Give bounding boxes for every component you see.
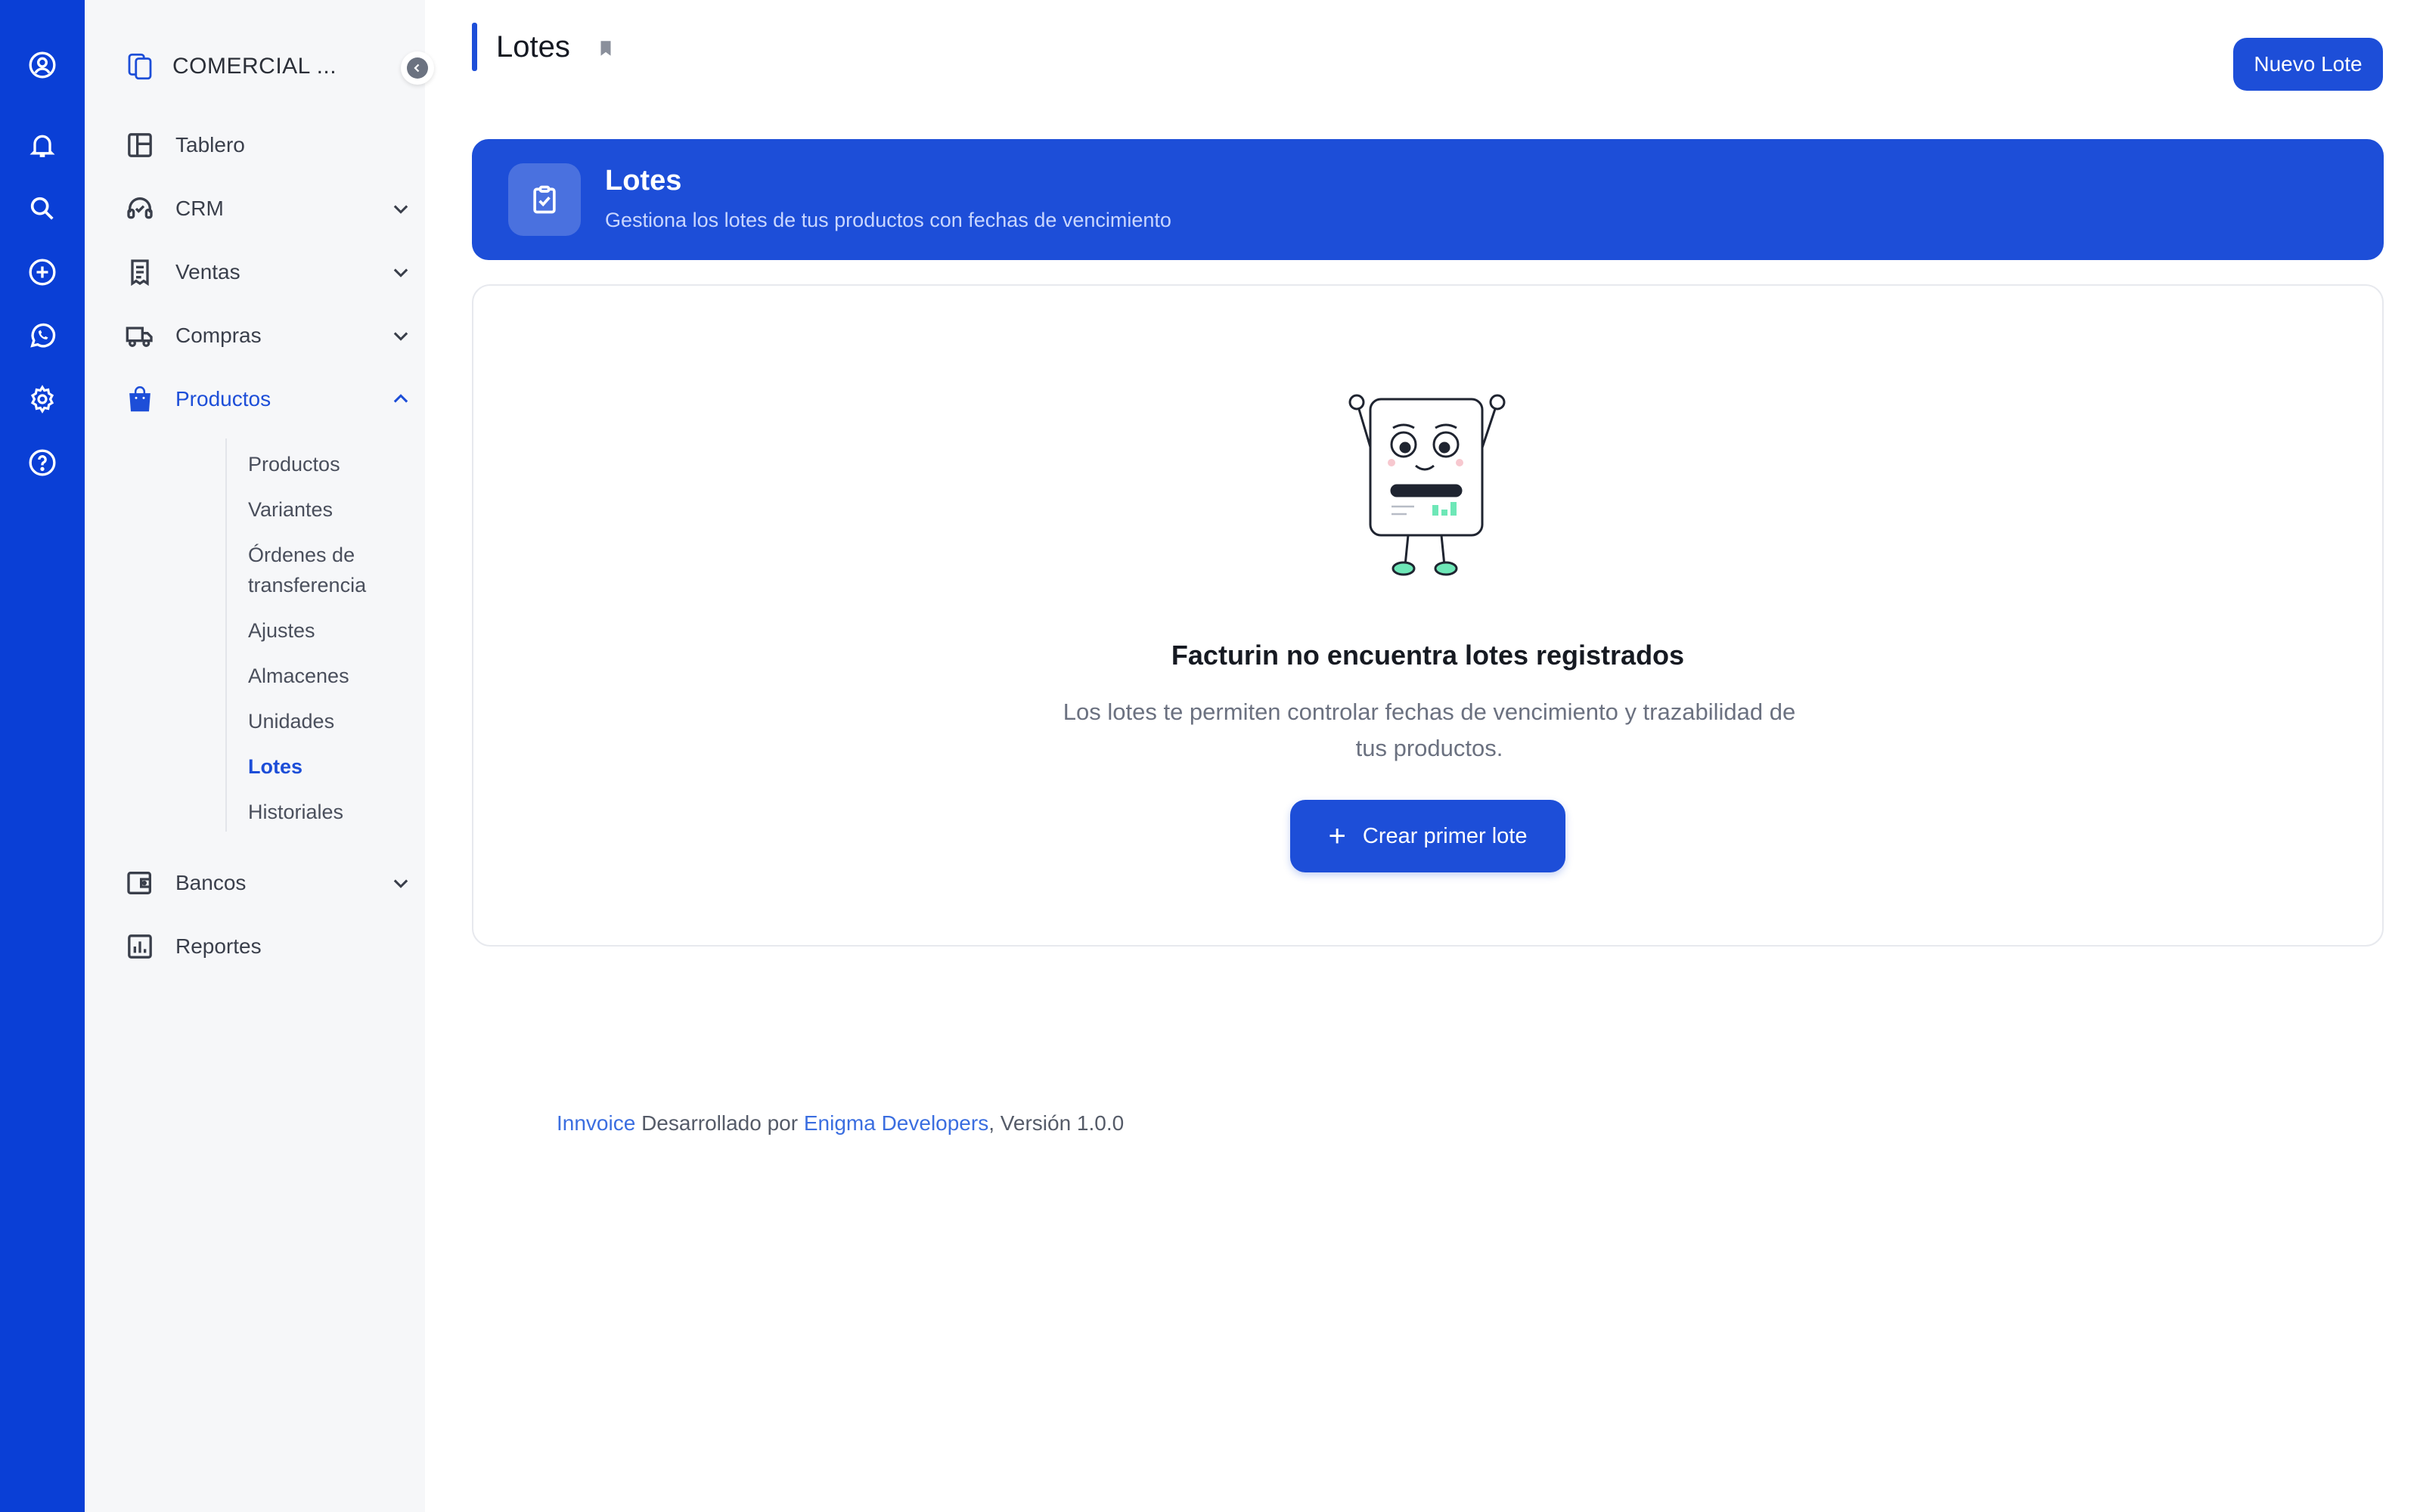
page-title: Lotes [496,30,570,64]
shopping-bag-icon [124,383,156,415]
submenu-item-variantes[interactable]: Variantes [248,494,422,525]
sidebar-item-ventas[interactable]: Ventas [124,248,411,296]
search-icon[interactable] [23,189,62,228]
receipt-icon [124,256,156,288]
empty-state-description: Los lotes te permiten controlar fechas d… [1063,699,1796,761]
submenu-item-lotes[interactable]: Lotes [248,751,422,782]
clipboard-check-icon [508,163,581,236]
banner-subtitle: Gestiona los lotes de tus productos con … [605,209,1171,231]
new-lote-button[interactable]: Nuevo Lote [2233,38,2383,91]
create-first-lote-button[interactable]: + Crear primer lote [1290,800,1565,872]
chevron-left-icon [414,64,420,73]
company-selector[interactable]: COMERCIAL ... [124,45,427,88]
sidebar-item-label: Ventas [175,260,240,284]
sidebar-item-tablero[interactable]: Tablero [124,121,411,169]
submenu-item-productos[interactable]: Productos [248,449,422,479]
sidebar-item-label: Tablero [175,133,245,156]
headset-icon [124,193,156,225]
submenu-item-ajustes[interactable]: Ajustes [248,615,422,646]
footer-brand-link[interactable]: Innvoice [557,1111,635,1135]
empty-state-card: Facturin no encuentra lotes registrados … [472,284,2384,947]
footer-company-link[interactable]: Enigma Developers [804,1111,988,1135]
footer-developed-by: Desarrollado por [635,1111,804,1135]
sidebar-item-crm[interactable]: CRM [124,184,411,233]
submenu-item-unidades[interactable]: Unidades [248,706,422,736]
chevron-down-icon [393,268,408,277]
sidebar-item-label: Compras [175,324,262,347]
sidebar-item-label: Productos [175,387,271,411]
chevron-down-icon [393,332,408,341]
company-icon [128,53,152,80]
submenu-item-historiales[interactable]: Historiales [248,797,422,827]
footer-version: , Versión 1.0.0 [988,1111,1125,1135]
gear-icon[interactable] [23,380,62,419]
dashboard-icon [124,129,156,161]
icon-rail [0,0,85,1512]
wallet-icon [124,867,156,899]
sidebar: COMERCIAL ... Tablero CRM Ventas Compras [85,0,434,1512]
sidebar-item-compras[interactable]: Compras [124,311,411,360]
footer: Innvoice Desarrollado por Enigma Develop… [557,1111,1124,1136]
chevron-up-icon [393,394,408,403]
collapse-sidebar-button[interactable] [401,51,434,85]
plus-icon: + [1328,820,1346,853]
submenu-item-almacenes[interactable]: Almacenes [248,661,422,691]
sidebar-item-productos[interactable]: Productos [124,375,411,423]
whatsapp-icon[interactable] [23,316,62,355]
sidebar-item-label: Reportes [175,934,262,958]
productos-submenu: Productos Variantes Órdenes de transfere… [225,438,414,832]
sidebar-item-label: Bancos [175,871,247,894]
banner-title: Lotes [605,165,682,197]
company-name: COMERCIAL ... [172,54,337,79]
sidebar-item-bancos[interactable]: Bancos [124,859,411,907]
chart-icon [124,931,156,962]
empty-state-title: Facturin no encuentra lotes registrados [1171,640,1685,671]
sidebar-item-reportes[interactable]: Reportes [124,922,411,971]
truck-icon [124,320,156,352]
submenu-item-ordenes-de-transferencia[interactable]: Órdenes de transferencia [248,540,422,600]
bell-icon[interactable] [23,125,62,165]
chevron-down-icon [393,879,408,888]
help-icon[interactable] [23,443,62,482]
create-first-lote-label: Crear primer lote [1362,823,1528,848]
user-circle-icon[interactable] [23,45,62,85]
title-accent-bar [472,23,477,71]
plus-circle-icon[interactable] [23,253,62,292]
sidebar-item-label: CRM [175,197,224,220]
section-banner: Lotes Gestiona los lotes de tus producto… [472,139,2384,260]
chevron-down-icon [393,205,408,214]
mascot-illustration [1348,394,1506,576]
bookmark-icon[interactable] [596,36,616,60]
